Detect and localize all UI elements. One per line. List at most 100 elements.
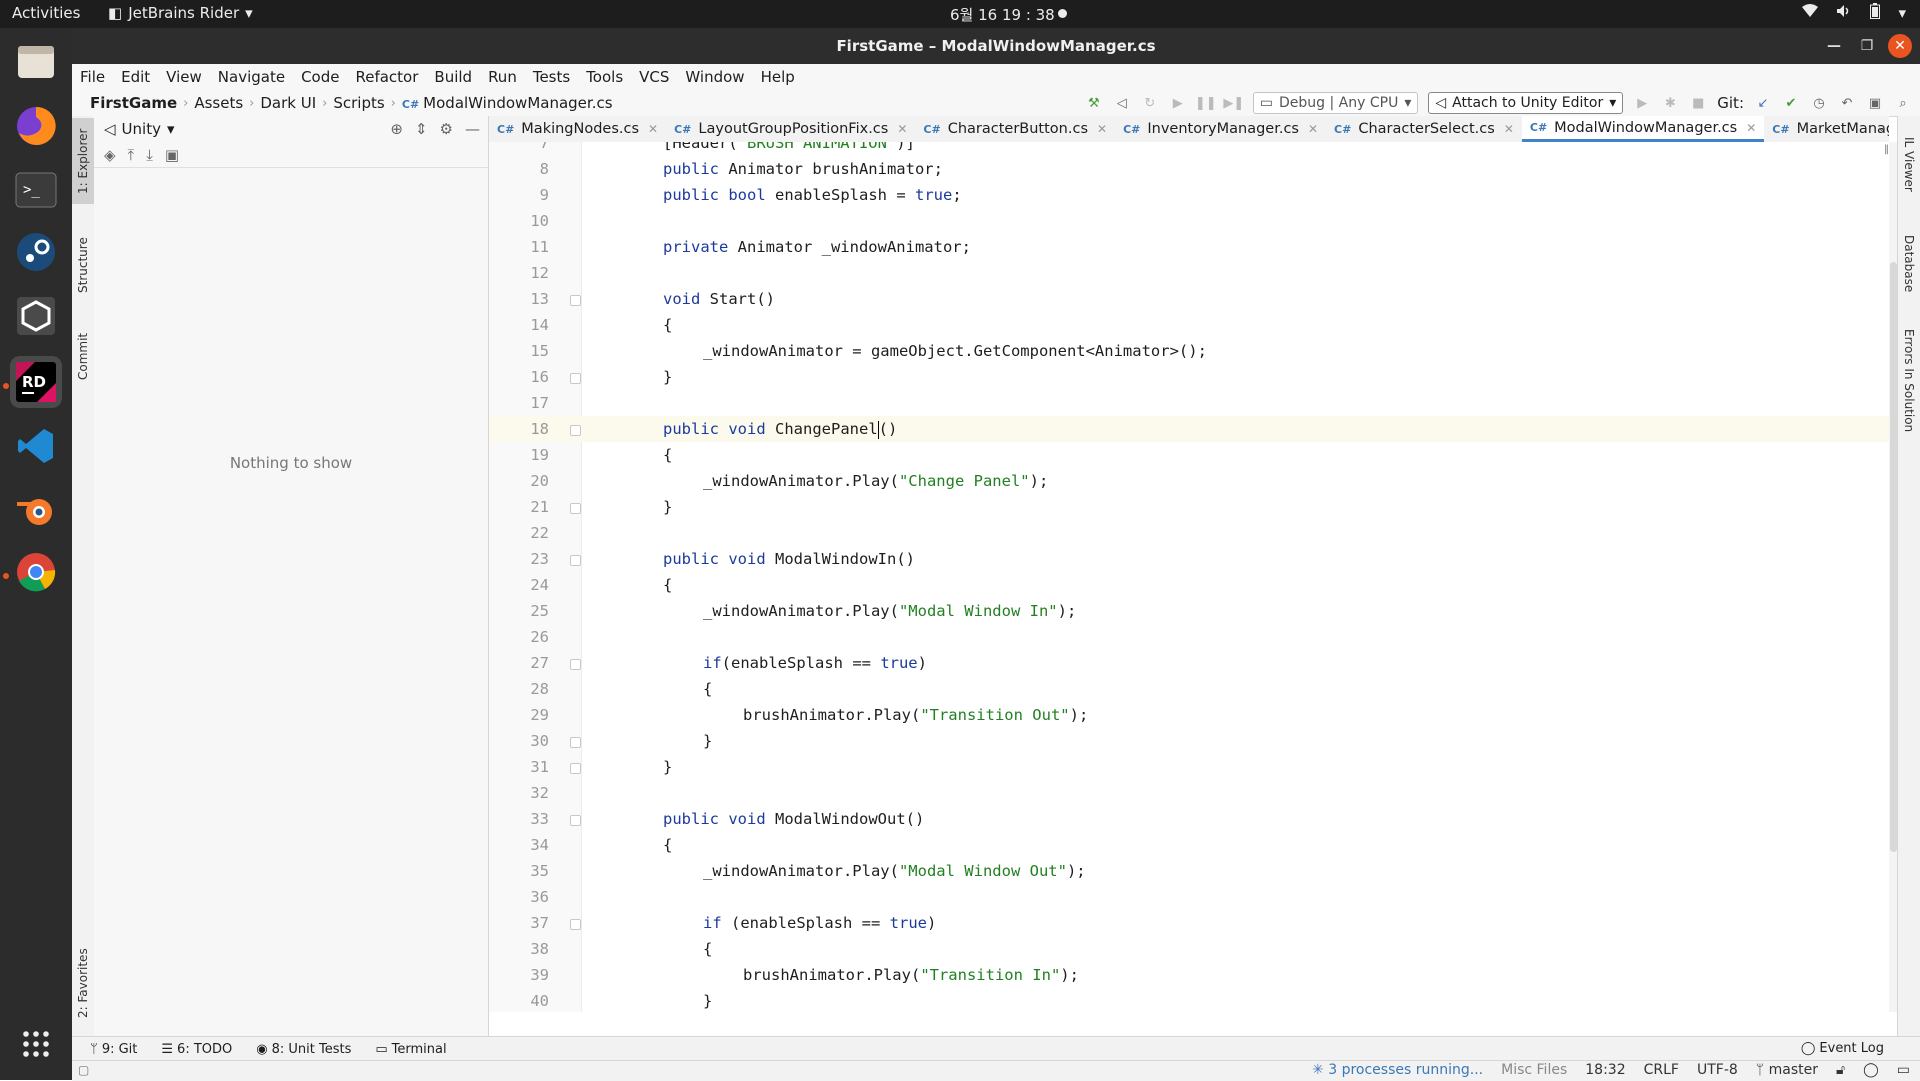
git-history-icon[interactable]: ◷ <box>1810 94 1828 112</box>
code-line[interactable]: 21} <box>489 494 1889 520</box>
menu-tests[interactable]: Tests <box>525 68 578 86</box>
close-icon[interactable]: ✕ <box>648 122 658 136</box>
close-icon[interactable]: ✕ <box>1888 34 1912 58</box>
menu-refactor[interactable]: Refactor <box>347 68 426 86</box>
code-line[interactable]: 38 { <box>489 936 1889 962</box>
lock-icon[interactable]: 🔓︎ <box>1836 1062 1845 1078</box>
blender-icon[interactable] <box>10 484 62 536</box>
menu-help[interactable]: Help <box>753 68 803 86</box>
code-line[interactable]: 32 <box>489 780 1889 806</box>
tool-button-terminal[interactable]: ▭ Terminal <box>369 1042 452 1057</box>
refresh-icon[interactable]: ↻ <box>1141 94 1159 112</box>
menu-code[interactable]: Code <box>293 68 347 86</box>
app-menu[interactable]: ◧ JetBrains Rider ▾ <box>108 4 253 22</box>
code-line[interactable]: 7 [Header("BRUSH ANIMATION")] <box>489 142 1889 156</box>
code-line[interactable]: 24 { <box>489 572 1889 598</box>
search-icon[interactable]: ⌕ <box>1894 94 1912 112</box>
menu-navigate[interactable]: Navigate <box>210 68 293 86</box>
fold-marker-icon[interactable] <box>570 919 581 930</box>
tool-tab-il-viewer[interactable]: IL Viewer <box>1898 124 1920 204</box>
fold-marker-icon[interactable] <box>570 295 581 306</box>
run-config-select[interactable]: ◁ Attach to Unity Editor ▾ <box>1428 92 1624 114</box>
debug-icon[interactable]: ✱ <box>1661 94 1679 112</box>
steam-icon[interactable] <box>10 226 62 278</box>
locate-icon[interactable]: ⊕ <box>390 120 403 138</box>
menu-run[interactable]: Run <box>480 68 525 86</box>
activities-button[interactable]: Activities <box>12 4 80 22</box>
tool-button-event-log[interactable]: ◯ Event Log <box>1801 1041 1884 1056</box>
code-line[interactable]: 14 { <box>489 312 1889 338</box>
close-icon[interactable]: ✕ <box>1308 122 1318 136</box>
scrollbar-thumb[interactable] <box>1890 262 1897 852</box>
code-line[interactable]: 40} <box>489 988 1889 1012</box>
menu-file[interactable]: File <box>72 68 113 86</box>
menu-tools[interactable]: Tools <box>578 68 631 86</box>
maximize-icon[interactable]: ❐ <box>1855 34 1879 58</box>
fold-marker-icon[interactable] <box>570 763 581 774</box>
tab-inventory-manager[interactable]: C# InventoryManager.cs ✕ <box>1115 116 1326 142</box>
chrome-icon[interactable] <box>10 546 62 598</box>
code-line[interactable]: 30} <box>489 728 1889 754</box>
menu-edit[interactable]: Edit <box>113 68 158 86</box>
close-icon[interactable]: ✕ <box>1097 122 1107 136</box>
fold-marker-icon[interactable] <box>570 425 581 436</box>
window-title-bar[interactable]: FirstGame – ModalWindowManager.cs — ❐ ✕ <box>72 28 1920 64</box>
code-line[interactable]: 23 public void ModalWindowIn() <box>489 546 1889 572</box>
tool-button-unit-tests[interactable]: ◉ 8: Unit Tests <box>250 1042 357 1057</box>
tool-tab-favorites[interactable]: 2: Favorites <box>72 936 94 1030</box>
memory-indicator-icon[interactable]: ◯ <box>1863 1062 1879 1078</box>
close-icon[interactable]: ✕ <box>1504 122 1514 136</box>
close-icon[interactable]: ✕ <box>1746 121 1756 135</box>
tool-tab-commit[interactable]: Commit <box>72 316 94 396</box>
menu-vcs[interactable]: VCS <box>631 68 677 86</box>
tool-tab-errors-in-solution[interactable]: Errors In Solution <box>1898 316 1920 446</box>
breadcrumb-scripts[interactable]: Scripts <box>327 94 390 112</box>
fold-marker-icon[interactable] <box>570 503 581 514</box>
git-branch[interactable]: ᛘ master <box>1756 1062 1818 1078</box>
breadcrumb-assets[interactable]: Assets <box>188 94 249 112</box>
background-processes[interactable]: ✳ 3 processes running... <box>1312 1062 1483 1078</box>
code-line[interactable]: 31} <box>489 754 1889 780</box>
breadcrumb-solution[interactable]: FirstGame <box>84 94 183 112</box>
code-line[interactable]: 8 public Animator brushAnimator; <box>489 156 1889 182</box>
code-line[interactable]: 34 { <box>489 832 1889 858</box>
close-icon[interactable]: ✕ <box>897 122 907 136</box>
fold-marker-icon[interactable] <box>570 737 581 748</box>
tab-market-manager[interactable]: C# MarketManager.cs ✕ <box>1764 116 1889 142</box>
show-apps-icon[interactable] <box>10 1018 62 1070</box>
caret-position[interactable]: 18:32 <box>1585 1062 1625 1078</box>
code-line[interactable]: 33 public void ModalWindowOut() <box>489 806 1889 832</box>
tool-tab-explorer[interactable]: 1: Explorer <box>72 118 94 204</box>
stop-icon[interactable]: ■ <box>1689 94 1707 112</box>
build-config-select[interactable]: ▭ Debug | Any CPU ▾ <box>1252 92 1419 114</box>
git-rollback-icon[interactable]: ↶ <box>1838 94 1856 112</box>
clock[interactable]: 6월 16 19 : 38 <box>950 4 1055 25</box>
code-line[interactable]: 13 void Start() <box>489 286 1889 312</box>
collapse-icon[interactable]: ⤓ <box>146 146 153 164</box>
terminal-icon[interactable]: >_ <box>10 164 62 216</box>
code-line[interactable]: 35 _windowAnimator.Play("Modal Window Out… <box>489 858 1889 884</box>
code-line[interactable]: 37 if (enableSplash == true) <box>489 910 1889 936</box>
gear-icon[interactable]: ⚙ <box>440 120 453 138</box>
fold-marker-icon[interactable] <box>570 373 581 384</box>
run-icon[interactable]: ▶ <box>1633 94 1651 112</box>
tool-tab-structure[interactable]: Structure <box>72 222 94 308</box>
collapse-all-icon[interactable]: ⇕ <box>415 120 428 138</box>
code-line[interactable]: 19 { <box>489 442 1889 468</box>
tab-making-nodes[interactable]: C# MakingNodes.cs ✕ <box>489 116 666 142</box>
code-line[interactable]: 15 _windowAnimator = gameObject.GetCompon… <box>489 338 1889 364</box>
git-update-icon[interactable]: ↙ <box>1754 94 1772 112</box>
fold-marker-icon[interactable] <box>570 815 581 826</box>
code-line[interactable]: 17 <box>489 390 1889 416</box>
unity-filter-icon[interactable]: ◈ <box>104 146 116 164</box>
unity-connect-icon[interactable]: ◁ <box>1113 94 1131 112</box>
tool-tab-database[interactable]: Database <box>1898 220 1920 308</box>
menu-view[interactable]: View <box>158 68 210 86</box>
tabs-overflow-chevron-icon[interactable]: ⌄ <box>1876 120 1887 135</box>
code-line[interactable]: 18 public void ChangePanel() <box>489 416 1889 442</box>
code-line[interactable]: 22 <box>489 520 1889 546</box>
code-line[interactable]: 9 public bool enableSplash = true; <box>489 182 1889 208</box>
breadcrumb-dark-ui[interactable]: Dark UI <box>254 94 322 112</box>
minimize-icon[interactable]: — <box>1822 34 1846 58</box>
build-hammer-icon[interactable]: ⚒ <box>1085 94 1103 112</box>
